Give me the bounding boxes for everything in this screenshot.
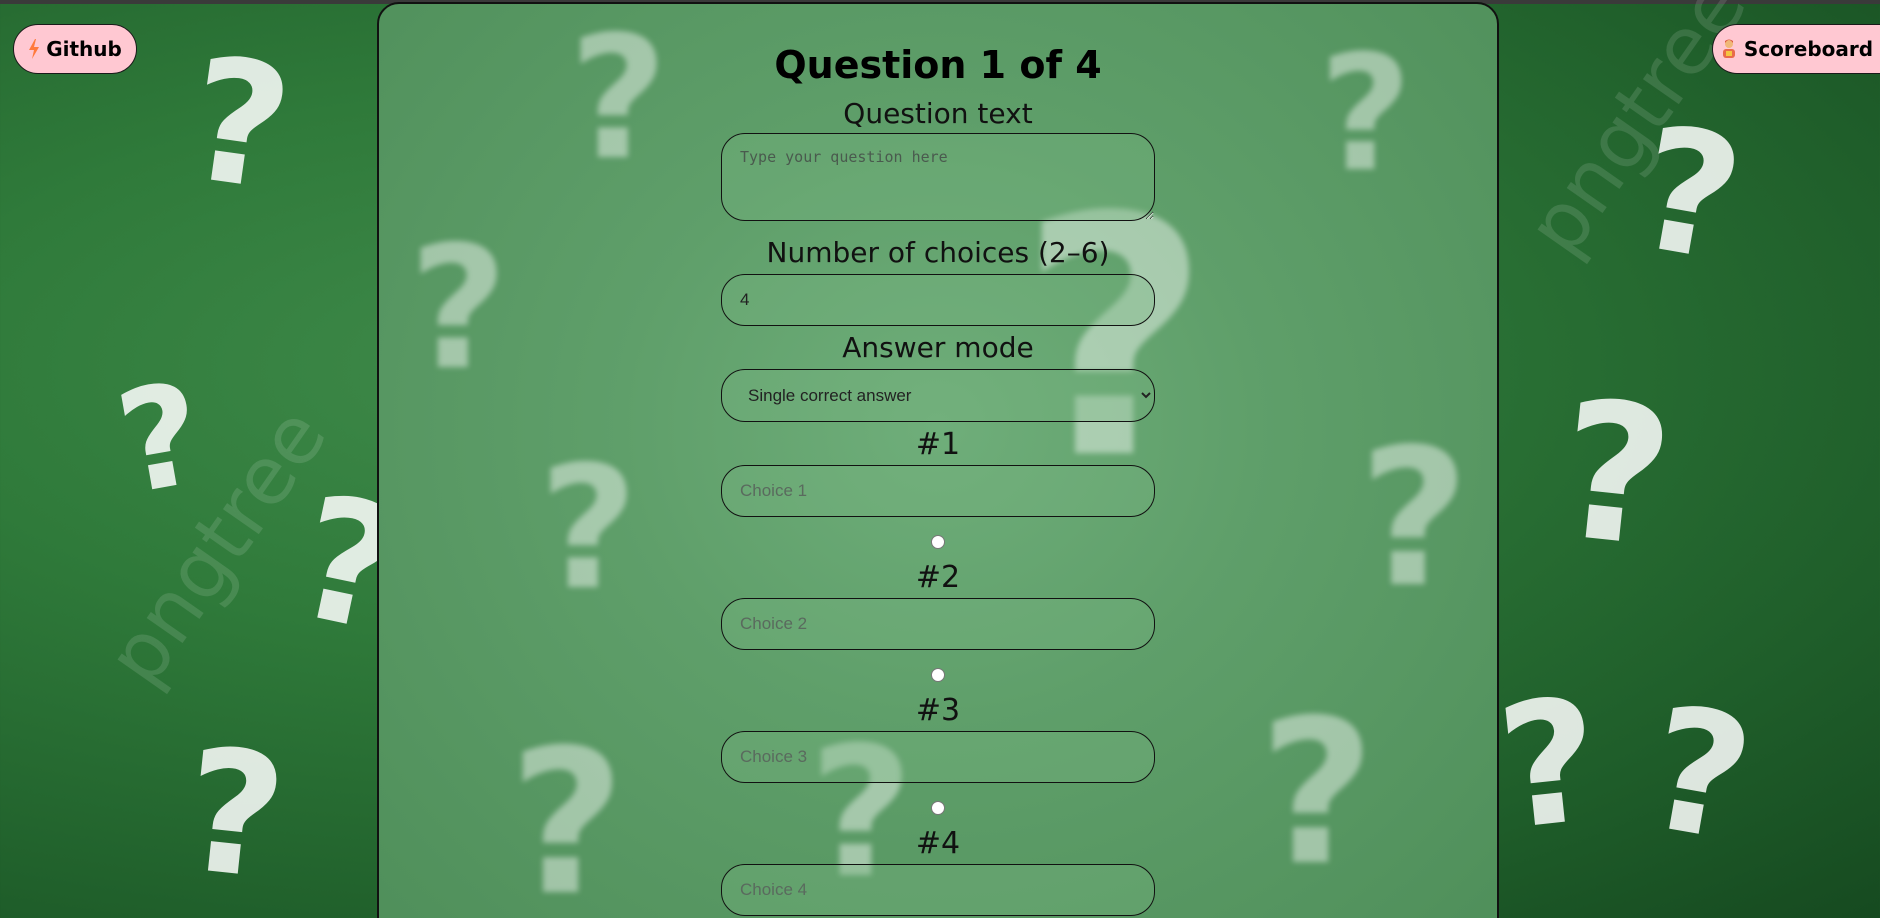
question-mark-decoration: ? [1548,358,1682,591]
scoreboard-button[interactable]: Scoreboard [1712,24,1880,74]
lightning-icon [28,39,40,59]
correct-answer-radio[interactable] [931,535,945,549]
choice-label: #1 [915,427,961,462]
scoreboard-button-label: Scoreboard [1743,37,1874,61]
choice-label: #3 [915,693,961,728]
answer-mode-label: Answer mode [842,331,1034,364]
question-form: Question 1 of 4 Question text Number of … [379,4,1497,918]
choice-input[interactable] [721,465,1155,517]
num-choices-label: Number of choices (2–6) [766,236,1110,269]
correct-answer-radio[interactable] [931,801,945,815]
choice-input[interactable] [721,731,1155,783]
choice-label: #2 [915,560,961,595]
question-mark-decoration: ? [176,20,302,230]
question-mark-decoration: ? [174,711,294,918]
correct-answer-radio[interactable] [931,668,945,682]
quiz-editor-panel: ? ? ? ? ? ? ? ? ? Question 1 of 4 Questi… [377,2,1499,918]
choice-input[interactable] [721,598,1155,650]
choice-label: #4 [915,826,961,861]
trophy-person-icon [1720,38,1738,60]
question-text-label: Question text [843,97,1033,130]
question-mark-decoration: ? [1489,661,1609,869]
question-mark-decoration: ? [1633,668,1766,882]
question-text-input[interactable] [721,133,1155,221]
github-button-label: Github [46,37,122,61]
choice-input[interactable] [721,864,1155,916]
page-title: Question 1 of 4 [774,43,1102,87]
num-choices-input[interactable] [721,274,1155,326]
github-button[interactable]: Github [13,24,137,74]
answer-mode-select[interactable]: Single correct answer [721,369,1155,422]
